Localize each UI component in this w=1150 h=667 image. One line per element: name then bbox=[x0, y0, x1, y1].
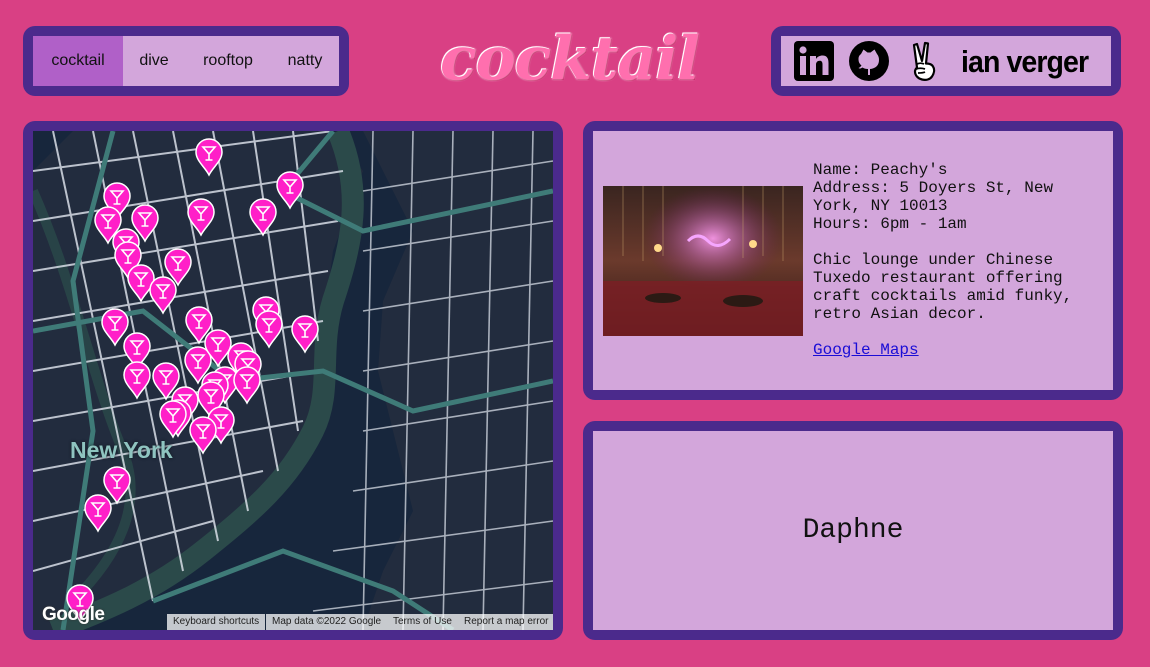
social-links: ian verger bbox=[771, 26, 1121, 96]
cocktail-bar-marker[interactable] bbox=[187, 198, 215, 237]
tab-natty[interactable]: natty bbox=[271, 36, 339, 86]
venue-description: Chic lounge under Chinese Tuxedo restaur… bbox=[813, 251, 1073, 323]
venue-address: Address: 5 Doyers St, New York, NY 10013 bbox=[813, 179, 1054, 215]
cocktail-bar-marker[interactable] bbox=[291, 315, 319, 354]
cocktail-bar-marker[interactable] bbox=[276, 171, 304, 210]
keyboard-shortcuts-link[interactable]: Keyboard shortcuts bbox=[167, 614, 266, 630]
featured-venue-card[interactable]: Daphne bbox=[593, 431, 1113, 630]
venue-info: Name: Peachy's Address: 5 Doyers St, New… bbox=[813, 161, 1093, 359]
tab-dive[interactable]: dive bbox=[123, 36, 185, 86]
cocktail-bar-marker[interactable] bbox=[195, 138, 223, 177]
cocktail-bar-marker[interactable] bbox=[149, 276, 177, 315]
cocktail-bar-marker[interactable] bbox=[159, 400, 187, 439]
venue-name: Name: Peachy's bbox=[813, 161, 948, 179]
category-tabs: cocktail dive rooftop natty bbox=[33, 36, 339, 86]
terms-of-use-link[interactable]: Terms of Use bbox=[387, 614, 458, 630]
social-links-bar: ian verger bbox=[781, 36, 1111, 86]
cocktail-bar-marker[interactable] bbox=[189, 416, 217, 455]
marker-layer bbox=[66, 138, 319, 623]
linkedin-icon[interactable] bbox=[794, 41, 834, 81]
author-name-link[interactable]: ian verger bbox=[961, 36, 1089, 86]
map-data-attribution: Map data ©2022 Google bbox=[266, 614, 388, 630]
venue-photo bbox=[603, 186, 803, 336]
cocktail-bar-marker[interactable] bbox=[101, 308, 129, 347]
cocktail-bar-marker[interactable] bbox=[127, 264, 155, 303]
tab-cocktail[interactable]: cocktail bbox=[33, 36, 123, 86]
bar-map[interactable]: New York Google Keyboard shortcuts Map d… bbox=[33, 131, 553, 630]
cocktail-bar-marker[interactable] bbox=[84, 494, 112, 533]
site-title: cocktail bbox=[440, 24, 700, 94]
google-maps-link[interactable]: Google Maps bbox=[813, 341, 919, 359]
cocktail-bar-marker[interactable] bbox=[123, 361, 151, 400]
venue-hours: Hours: 6pm - 1am bbox=[813, 215, 967, 233]
cocktail-bar-marker[interactable] bbox=[255, 310, 283, 349]
map-frame: New York Google Keyboard shortcuts Map d… bbox=[23, 121, 563, 640]
google-logo: Google bbox=[42, 604, 105, 625]
venue-detail-card: Name: Peachy's Address: 5 Doyers St, New… bbox=[593, 131, 1113, 390]
venue-detail-frame: Name: Peachy's Address: 5 Doyers St, New… bbox=[583, 121, 1123, 400]
peace-hand-icon[interactable] bbox=[904, 41, 944, 81]
cocktail-bar-marker[interactable] bbox=[249, 198, 277, 237]
featured-venue-name: Daphne bbox=[802, 515, 904, 546]
github-icon[interactable] bbox=[849, 41, 889, 81]
featured-venue-frame: Daphne bbox=[583, 421, 1123, 640]
category-nav: cocktail dive rooftop natty bbox=[23, 26, 349, 96]
cocktail-bar-marker[interactable] bbox=[233, 366, 261, 405]
cocktail-bar-marker[interactable] bbox=[103, 466, 131, 505]
report-map-error-link[interactable]: Report a map error bbox=[458, 614, 553, 630]
tab-rooftop[interactable]: rooftop bbox=[185, 36, 271, 86]
